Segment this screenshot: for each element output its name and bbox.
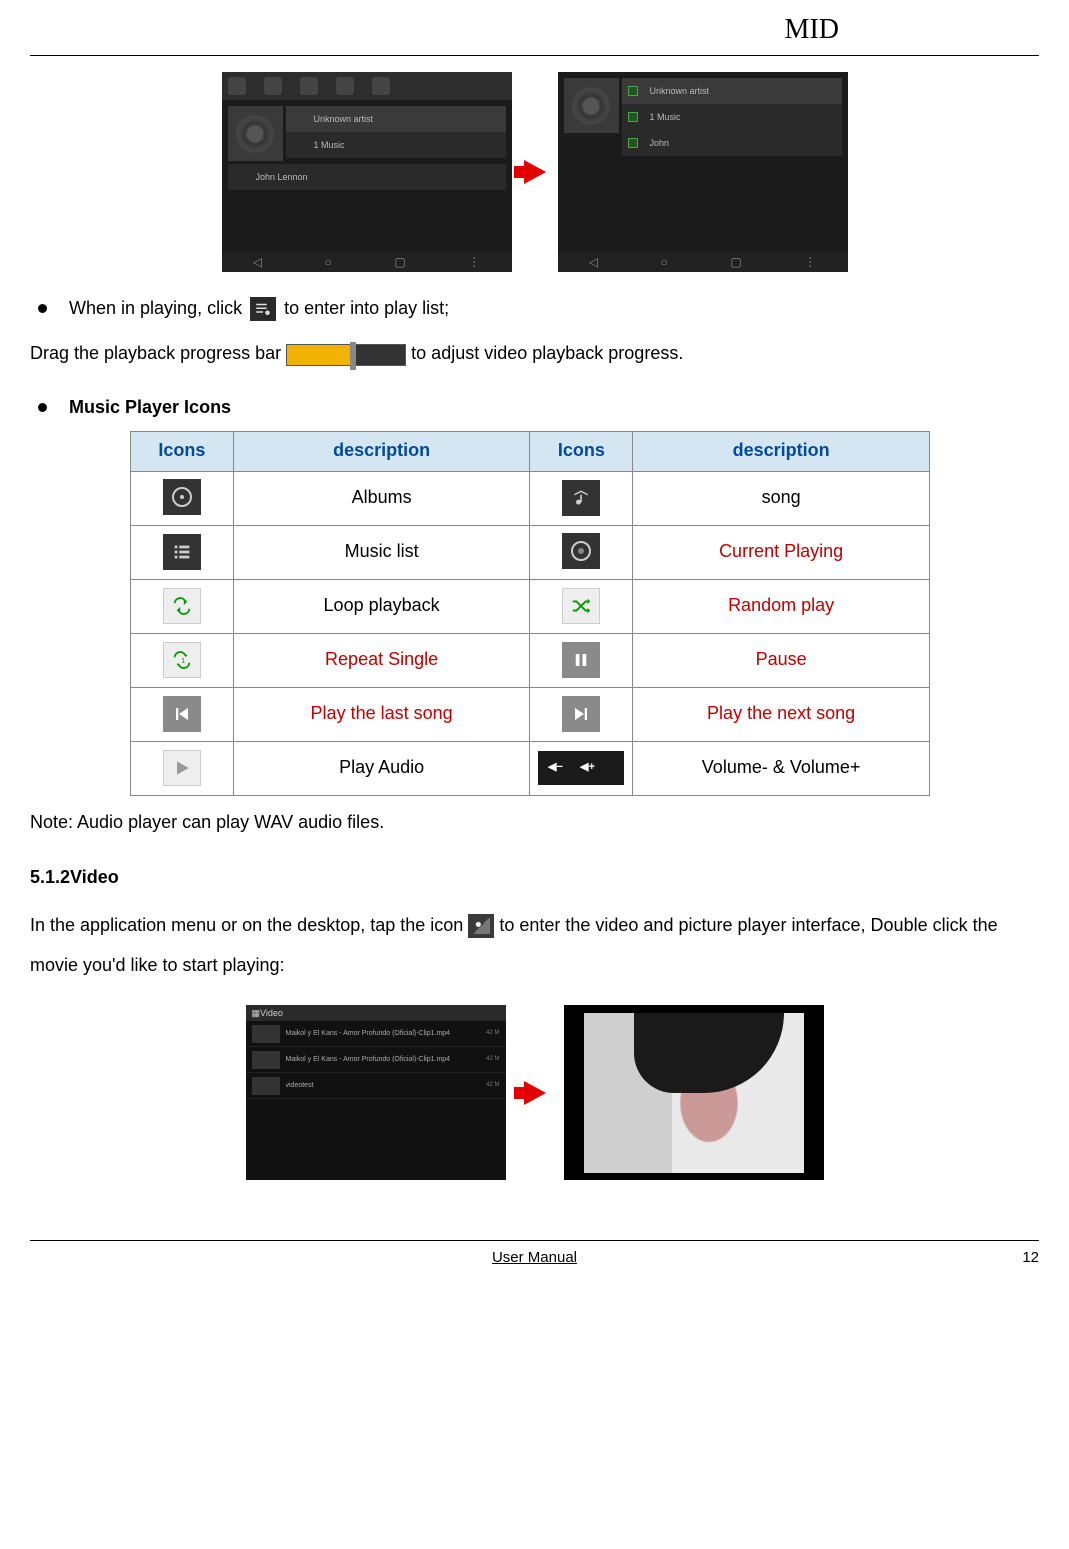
tab-album-icon — [264, 77, 282, 95]
bullet-playing: When in playing, click to enter into pla… — [30, 296, 1039, 321]
volume-icons: ◀− ◀+ — [538, 751, 624, 785]
gallery-icon — [468, 914, 494, 938]
table-cell: song — [633, 471, 930, 525]
pause-icon — [562, 642, 600, 678]
text: In the application menu or on the deskto… — [30, 915, 463, 935]
list-item: John Lennon — [228, 164, 506, 190]
video-frame-image — [584, 1013, 804, 1173]
volume-down-icon: ◀− — [540, 753, 570, 783]
video-screenshots: ▦ Video Maikol y El Kans - Amor Profundo… — [30, 1005, 1039, 1180]
table-header: description — [233, 431, 530, 471]
list-item: 1 Music — [622, 104, 842, 130]
table-row: Music list Current Playing — [131, 525, 930, 579]
tab-now-icon — [372, 77, 390, 95]
video-list-title: ▦ Video — [246, 1005, 506, 1021]
table-header: description — [633, 431, 930, 471]
table-cell: Play the last song — [233, 687, 530, 741]
table-cell: Loop playback — [233, 579, 530, 633]
bullet-icon — [38, 403, 47, 412]
prev-song-icon — [163, 696, 201, 732]
footer: User Manual 12 — [30, 1240, 1039, 1270]
list-item: Unknown artist — [286, 106, 506, 132]
text: Drag the playback progress bar — [30, 343, 281, 363]
volume-up-icon: ◀+ — [572, 753, 602, 783]
page-number: 12 — [1022, 1247, 1039, 1268]
table-cell: Pause — [633, 633, 930, 687]
tab-artist-icon — [228, 77, 246, 95]
header-title: MID — [30, 10, 1039, 55]
video-paragraph: In the application menu or on the deskto… — [30, 906, 1039, 985]
arrow-right-icon — [524, 1081, 546, 1105]
music-screenshots: Unknown artist 1 Music John Lennon ◁○▢⋮ … — [30, 72, 1039, 272]
footer-title: User Manual — [30, 1247, 1039, 1268]
table-row: Play Audio ◀− ◀+ Volume- & Volume+ — [131, 741, 930, 795]
list-item: Unknown artist — [622, 78, 842, 104]
music-screenshot-left: Unknown artist 1 Music John Lennon ◁○▢⋮ — [222, 72, 512, 272]
table-cell: Play the next song — [633, 687, 930, 741]
table-cell: Random play — [633, 579, 930, 633]
next-song-icon — [562, 696, 600, 732]
text: to adjust video playback progress. — [411, 343, 683, 363]
play-audio-icon — [163, 750, 201, 786]
loop-icon — [163, 588, 201, 624]
album-art-icon — [564, 78, 619, 133]
progress-bar-icon — [286, 344, 406, 366]
video-heading: 5.1.2Video — [30, 865, 1039, 890]
albums-icon — [163, 479, 201, 515]
text: When in playing, click — [69, 296, 242, 321]
table-cell: Albums — [233, 471, 530, 525]
table-row: Albums song — [131, 471, 930, 525]
current-playing-icon — [562, 533, 600, 569]
list-item: Maikol y El Kans - Amor Profundo (Oficia… — [246, 1021, 506, 1047]
table-cell: Repeat Single — [233, 633, 530, 687]
list-item: videotest42 M — [246, 1073, 506, 1099]
video-playing-screenshot — [564, 1005, 824, 1180]
nav-bar: ◁○▢⋮ — [558, 252, 848, 272]
song-icon — [562, 480, 600, 516]
drag-line: Drag the playback progress bar to adjust… — [30, 335, 1039, 371]
list-item: 1 Music — [286, 132, 506, 158]
table-header: Icons — [131, 431, 234, 471]
list-item: John — [622, 130, 842, 156]
table-cell: Volume- & Volume+ — [633, 741, 930, 795]
tab-list-icon — [336, 77, 354, 95]
header-rule — [30, 55, 1039, 56]
playlist-icon — [250, 297, 276, 321]
video-list-screenshot: ▦ Video Maikol y El Kans - Amor Profundo… — [246, 1005, 506, 1180]
table-row: Loop playback Random play — [131, 579, 930, 633]
svg-text:1: 1 — [181, 656, 185, 665]
table-cell: Play Audio — [233, 741, 530, 795]
text: to enter into play list; — [284, 296, 449, 321]
tab-song-icon — [300, 77, 318, 95]
music-icons-table: Icons description Icons description Albu… — [130, 431, 930, 796]
music-screenshot-right: Unknown artist 1 Music John ◁○▢⋮ — [558, 72, 848, 272]
nav-bar: ◁○▢⋮ — [222, 252, 512, 272]
repeat-single-icon: 1 — [163, 642, 201, 678]
table-cell: Music list — [233, 525, 530, 579]
section-heading: Music Player Icons — [69, 395, 231, 420]
arrow-right-icon — [524, 160, 546, 184]
list-item: Maikol y El Kans - Amor Profundo (Oficia… — [246, 1047, 506, 1073]
table-cell: Current Playing — [633, 525, 930, 579]
bullet-icon — [38, 304, 47, 313]
table-header: Icons — [530, 431, 633, 471]
bullet-music-icons: Music Player Icons — [30, 395, 1039, 420]
note-text: Note: Audio player can play WAV audio fi… — [30, 810, 1039, 835]
random-icon — [562, 588, 600, 624]
album-art-icon — [228, 106, 283, 161]
music-list-icon — [163, 534, 201, 570]
table-row: Play the last song Play the next song — [131, 687, 930, 741]
table-row: 1 Repeat Single Pause — [131, 633, 930, 687]
